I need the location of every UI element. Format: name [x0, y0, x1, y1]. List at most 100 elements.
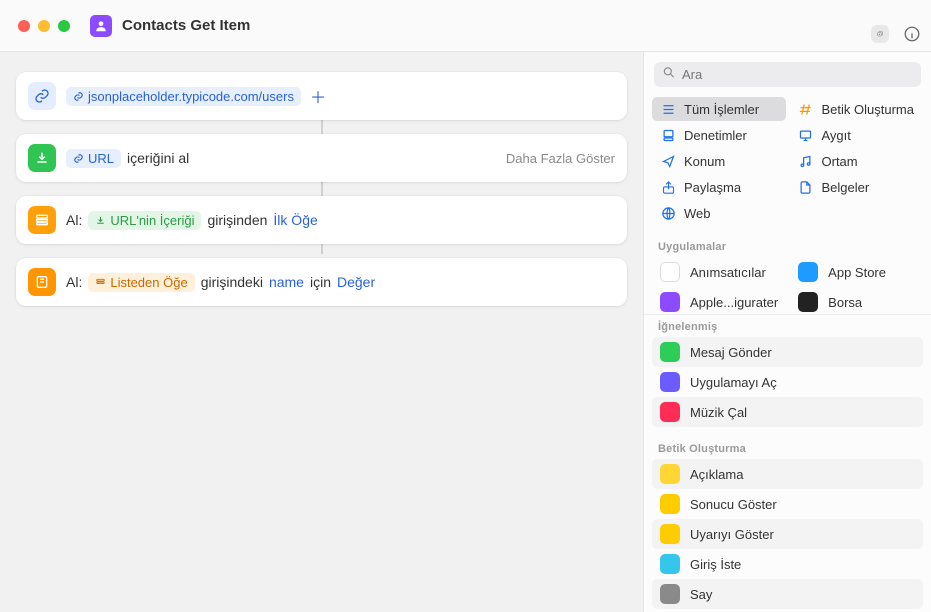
category-icon: [660, 179, 676, 195]
category-label: Tüm İşlemler: [684, 102, 759, 117]
list-item-variable-token[interactable]: Listeden Öğe: [88, 273, 194, 292]
category-label: Paylaşma: [684, 180, 741, 195]
category-icon: [660, 205, 676, 221]
item-label: Apple...igurater: [690, 295, 778, 310]
category-belgeler[interactable]: Belgeler: [790, 175, 924, 199]
contents-variable-token[interactable]: URL'nin İçeriği: [88, 211, 201, 230]
category-label: Aygıt: [822, 128, 851, 143]
search-input[interactable]: [654, 62, 921, 87]
app-icon: [660, 402, 680, 422]
category-label: Web: [684, 206, 711, 221]
category-label: Ortam: [822, 154, 858, 169]
list-item[interactable]: Giriş İste: [652, 549, 923, 579]
app-icon: [660, 494, 680, 514]
app-icon: [660, 372, 680, 392]
category-label: Konum: [684, 154, 725, 169]
category-icon: [798, 153, 814, 169]
dict-mid-text: girişindeki: [201, 274, 263, 290]
app-icon: [798, 292, 818, 312]
item-label: Uyarıyı Göster: [690, 527, 774, 542]
list-item[interactable]: Müzik Çal: [652, 397, 923, 427]
add-url-button[interactable]: ＋: [307, 85, 329, 107]
url-var-label: URL: [88, 151, 114, 166]
dict-for-text: için: [310, 274, 331, 290]
category-icon: [798, 101, 814, 117]
action-get-dictionary-value[interactable]: Al: Listeden Öğe girişindeki name için D…: [16, 258, 627, 306]
app-icon: [660, 584, 680, 604]
action-get-contents[interactable]: URL içeriğini al Daha Fazla Göster: [16, 134, 627, 182]
list-item[interactable]: Borsa: [790, 287, 923, 315]
item-label: Uygulamayı Aç: [690, 375, 777, 390]
category-paylaşma[interactable]: Paylaşma: [652, 175, 786, 199]
list-item[interactable]: App Store: [790, 257, 923, 287]
get-label: Al:: [66, 212, 82, 228]
item-label: Açıklama: [690, 467, 743, 482]
app-icon: [660, 524, 680, 544]
app-icon: [660, 554, 680, 574]
app-icon: [660, 342, 680, 362]
category-aygıt[interactable]: Aygıt: [790, 123, 924, 147]
category-icon: [660, 101, 676, 117]
category-tüm-i̇şlemler[interactable]: Tüm İşlemler: [652, 97, 786, 121]
app-icon: [660, 292, 680, 312]
category-ortam[interactable]: Ortam: [790, 149, 924, 173]
dictionary-icon: [28, 268, 56, 296]
app-icon: [798, 262, 818, 282]
category-betik-oluşturma[interactable]: Betik Oluşturma: [790, 97, 924, 121]
url-token[interactable]: jsonplaceholder.typicode.com/users: [66, 87, 301, 106]
get-dict-label: Al:: [66, 274, 82, 290]
action-url[interactable]: jsonplaceholder.typicode.com/users ＋: [16, 72, 627, 120]
dict-value-token[interactable]: Değer: [337, 274, 375, 290]
list-item-var-label: Listeden Öğe: [110, 275, 187, 290]
pinned-header: İğnelenmiş: [644, 315, 931, 337]
item-label: Sonucu Göster: [690, 497, 777, 512]
category-icon: [660, 153, 676, 169]
window-minimize[interactable]: [38, 20, 50, 32]
list-item[interactable]: Sonucu Göster: [652, 489, 923, 519]
show-more-button[interactable]: Daha Fazla Göster: [506, 151, 615, 166]
get-which-token[interactable]: İlk Öğe: [273, 212, 317, 228]
item-label: Giriş İste: [690, 557, 741, 572]
apps-header: Uygulamalar: [644, 235, 931, 257]
category-label: Belgeler: [822, 180, 870, 195]
contents-var-label: URL'nin İçeriği: [110, 213, 194, 228]
list-item-icon: [28, 206, 56, 234]
list-item[interactable]: Uygulamayı Aç: [652, 367, 923, 397]
item-label: Müzik Çal: [690, 405, 747, 420]
link-icon: [28, 82, 56, 110]
list-item[interactable]: Anımsatıcılar: [652, 257, 786, 287]
action-text: içeriğini al: [127, 150, 189, 166]
item-label: App Store: [828, 265, 886, 280]
library-add-icon[interactable]: [871, 25, 889, 43]
workflow-app-icon: [90, 15, 112, 37]
list-item[interactable]: Say: [652, 579, 923, 609]
category-konum[interactable]: Konum: [652, 149, 786, 173]
workflow-canvas[interactable]: jsonplaceholder.typicode.com/users ＋ URL…: [0, 52, 643, 612]
list-item[interactable]: Uyarıyı Göster: [652, 519, 923, 549]
category-web[interactable]: Web: [652, 201, 786, 225]
category-denetimler[interactable]: Denetimler: [652, 123, 786, 147]
window-zoom[interactable]: [58, 20, 70, 32]
action-get-item[interactable]: Al: URL'nin İçeriği girişinden İlk Öğe: [16, 196, 627, 244]
window-close[interactable]: [18, 20, 30, 32]
scripting-header: Betik Oluşturma: [644, 437, 931, 459]
download-icon: [28, 144, 56, 172]
category-label: Denetimler: [684, 128, 747, 143]
list-item[interactable]: Apple...igurater: [652, 287, 786, 315]
search-icon: [662, 65, 676, 84]
info-icon[interactable]: [903, 25, 921, 43]
category-icon: [798, 179, 814, 195]
item-label: Anımsatıcılar: [690, 265, 766, 280]
list-item[interactable]: Mesaj Gönder: [652, 337, 923, 367]
item-label: Mesaj Gönder: [690, 345, 772, 360]
category-label: Betik Oluşturma: [822, 102, 914, 117]
category-icon: [660, 127, 676, 143]
list-item[interactable]: Açıklama: [652, 459, 923, 489]
search-field[interactable]: [654, 62, 921, 87]
url-value: jsonplaceholder.typicode.com/users: [88, 89, 294, 104]
category-icon: [798, 127, 814, 143]
dict-key-token[interactable]: name: [269, 274, 304, 290]
item-label: Say: [690, 587, 712, 602]
url-variable-token[interactable]: URL: [66, 149, 121, 168]
get-mid-text: girişinden: [207, 212, 267, 228]
